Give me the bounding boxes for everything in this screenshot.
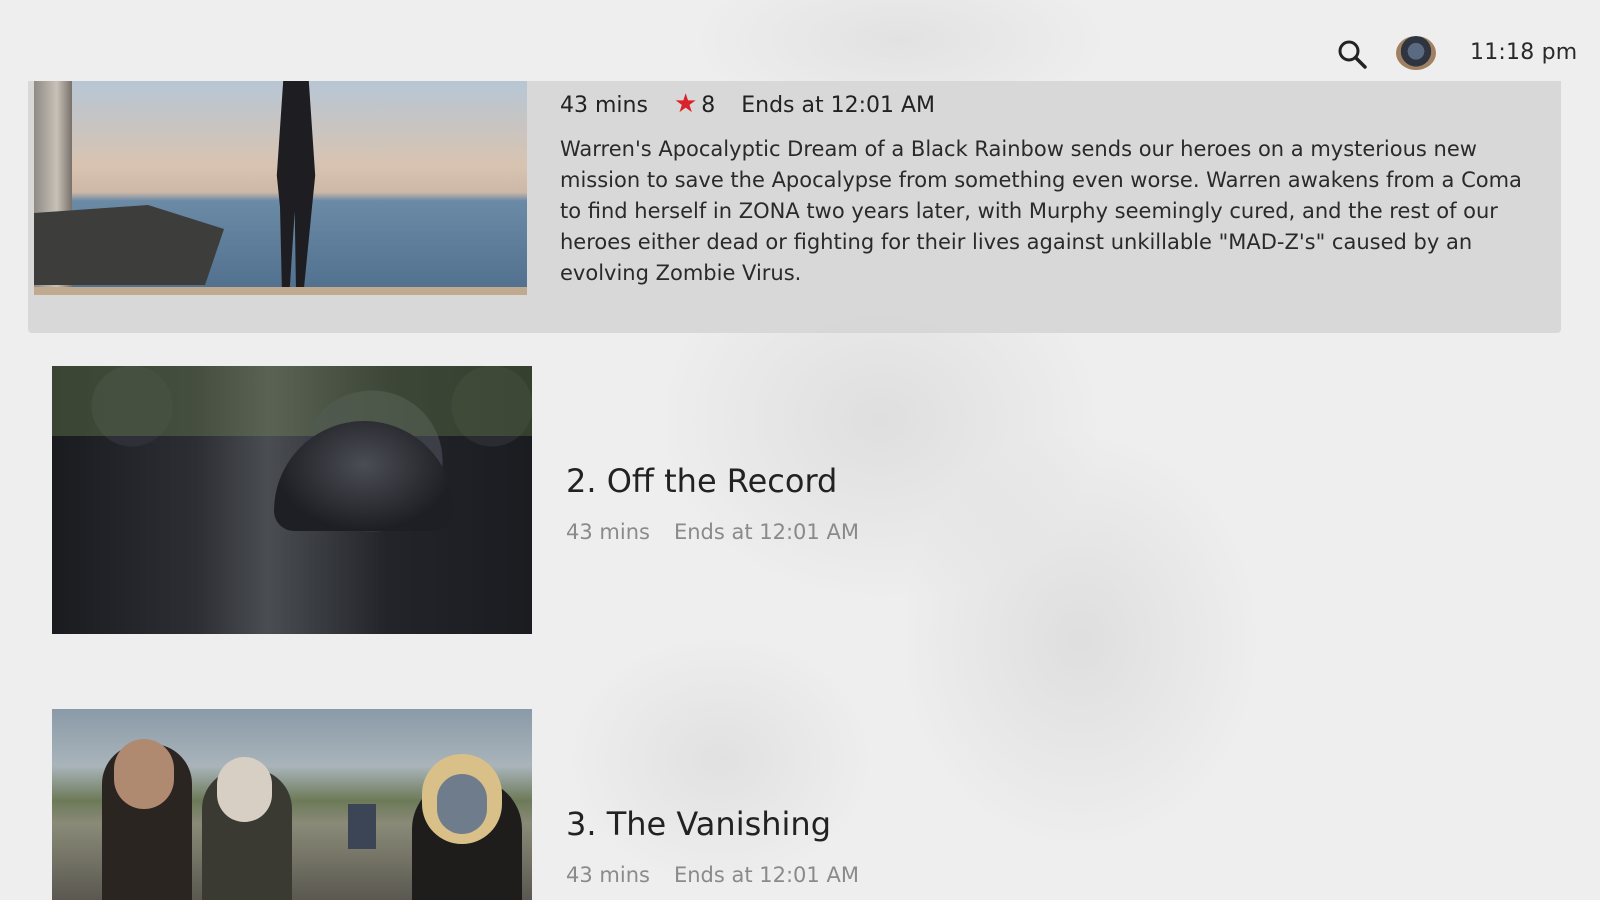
episode-title: 3. The Vanishing [566, 805, 832, 843]
thumbnail-art-solar-panel [348, 804, 376, 849]
episode-duration: 43 mins [560, 92, 648, 118]
episode-description: Warren's Apocalyptic Dream of a Black Ra… [560, 137, 1522, 285]
thumbnail-art-ground [34, 287, 527, 295]
thumbnail-art-face [437, 774, 487, 834]
clock: 11:18 pm [1470, 40, 1578, 65]
episode-duration: 43 mins [566, 863, 650, 887]
thumbnail-art-head [114, 739, 174, 809]
episode-thumbnail[interactable] [52, 366, 532, 634]
thumbnail-art-head [217, 757, 272, 822]
thumbnail-art-rock [34, 205, 224, 285]
top-bar: 11:18 pm [0, 0, 1600, 80]
episode-end-time: Ends at 12:01 AM [741, 92, 936, 118]
user-avatar[interactable] [1396, 36, 1436, 70]
episode-title: 2. Off the Record [566, 462, 838, 500]
episode-meta: 43 mins Ends at 12:01 AM [566, 863, 859, 887]
episode-duration: 43 mins [566, 520, 650, 544]
episode-end-time: Ends at 12:01 AM [673, 863, 859, 887]
episode-thumbnail[interactable] [34, 81, 527, 295]
search-button[interactable] [1336, 38, 1368, 70]
episode-list-item[interactable]: 2. Off the Record 43 mins Ends at 12:01 A… [52, 366, 1552, 634]
star-icon: ★ [673, 89, 698, 119]
episode-rating: 8 [701, 92, 716, 118]
selected-episode-card[interactable]: 43 mins ★ 8 Ends at 12:01 AM Warren's Ap… [28, 81, 1561, 333]
thumbnail-art-helmet [274, 421, 454, 531]
episode-meta: 43 mins ★ 8 Ends at 12:01 AM [560, 89, 936, 119]
episode-thumbnail[interactable] [52, 709, 532, 900]
episode-end-time: Ends at 12:01 AM [673, 520, 859, 544]
search-icon [1338, 40, 1367, 69]
episode-list-item[interactable]: 3. The Vanishing 43 mins Ends at 12:01 AM [52, 709, 1552, 900]
thumbnail-art-figure [276, 81, 316, 291]
thumbnail-art-trees [52, 366, 532, 436]
episode-meta: 43 mins Ends at 12:01 AM [566, 520, 859, 544]
